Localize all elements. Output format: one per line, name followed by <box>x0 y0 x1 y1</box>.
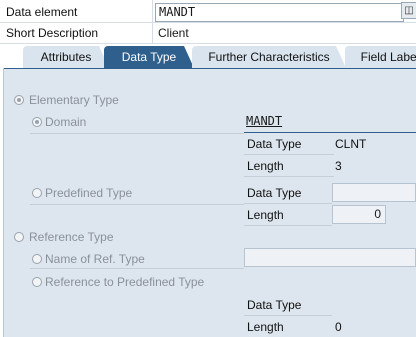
domain-value-link[interactable]: MANDT <box>246 114 282 128</box>
tab-field-label[interactable]: Field Label <box>345 46 416 68</box>
predefined-type-radio[interactable] <box>32 188 42 198</box>
ref-data-type-line <box>244 315 332 316</box>
predefined-data-type-line <box>244 203 332 204</box>
ref-data-type-label: Data Type <box>247 298 302 312</box>
ref-length-label: Length <box>247 320 284 334</box>
name-of-ref-type-input[interactable] <box>244 248 416 267</box>
elementary-type-label: Elementary Type <box>29 93 119 107</box>
data-type-panel <box>3 68 416 337</box>
panel-edge <box>3 68 4 337</box>
domain-label: Domain <box>45 115 87 129</box>
name-of-ref-type-line <box>30 268 244 269</box>
domain-data-type-label: Data Type <box>247 137 302 151</box>
predefined-length-label: Length <box>247 208 284 222</box>
tab-attributes[interactable]: Attributes <box>23 46 109 68</box>
domain-length-value: 3 <box>335 159 342 173</box>
domain-length-label: Length <box>247 159 284 173</box>
reference-type-radio[interactable] <box>14 232 24 242</box>
domain-row-line <box>30 133 244 134</box>
short-description-field[interactable]: Client <box>158 23 189 44</box>
ref-length-value: 0 <box>335 320 342 334</box>
data-element-field[interactable]: MANDT <box>155 3 404 22</box>
reference-type-label: Reference Type <box>29 230 114 244</box>
short-description-label: Short Description <box>6 26 99 40</box>
data-element-label: Data element <box>6 5 78 19</box>
domain-length-line <box>244 176 334 177</box>
domain-data-type-value: CLNT <box>335 137 367 151</box>
tab-data-type[interactable]: Data Type <box>104 46 194 68</box>
predefined-data-type-label: Data Type <box>247 186 302 200</box>
predefined-length-line <box>244 225 332 226</box>
reference-predefined-radio[interactable] <box>32 277 42 287</box>
predefined-row-line <box>30 204 244 205</box>
predefined-data-type-input[interactable] <box>332 183 416 202</box>
name-of-ref-type-radio[interactable] <box>32 254 42 264</box>
value-help-icon[interactable]: ◫ <box>401 2 416 19</box>
elementary-type-radio[interactable] <box>14 95 24 105</box>
domain-data-type-line <box>244 154 334 155</box>
domain-field-underline <box>244 132 416 133</box>
domain-radio[interactable] <box>32 117 42 127</box>
tab-further-characteristics[interactable]: Further Characteristics <box>192 46 346 68</box>
reference-predefined-label: Reference to Predefined Type <box>45 275 205 289</box>
predefined-length-input[interactable]: 0 <box>332 205 386 224</box>
name-of-ref-type-label: Name of Ref. Type <box>45 252 145 266</box>
predefined-type-label: Predefined Type <box>45 186 133 200</box>
